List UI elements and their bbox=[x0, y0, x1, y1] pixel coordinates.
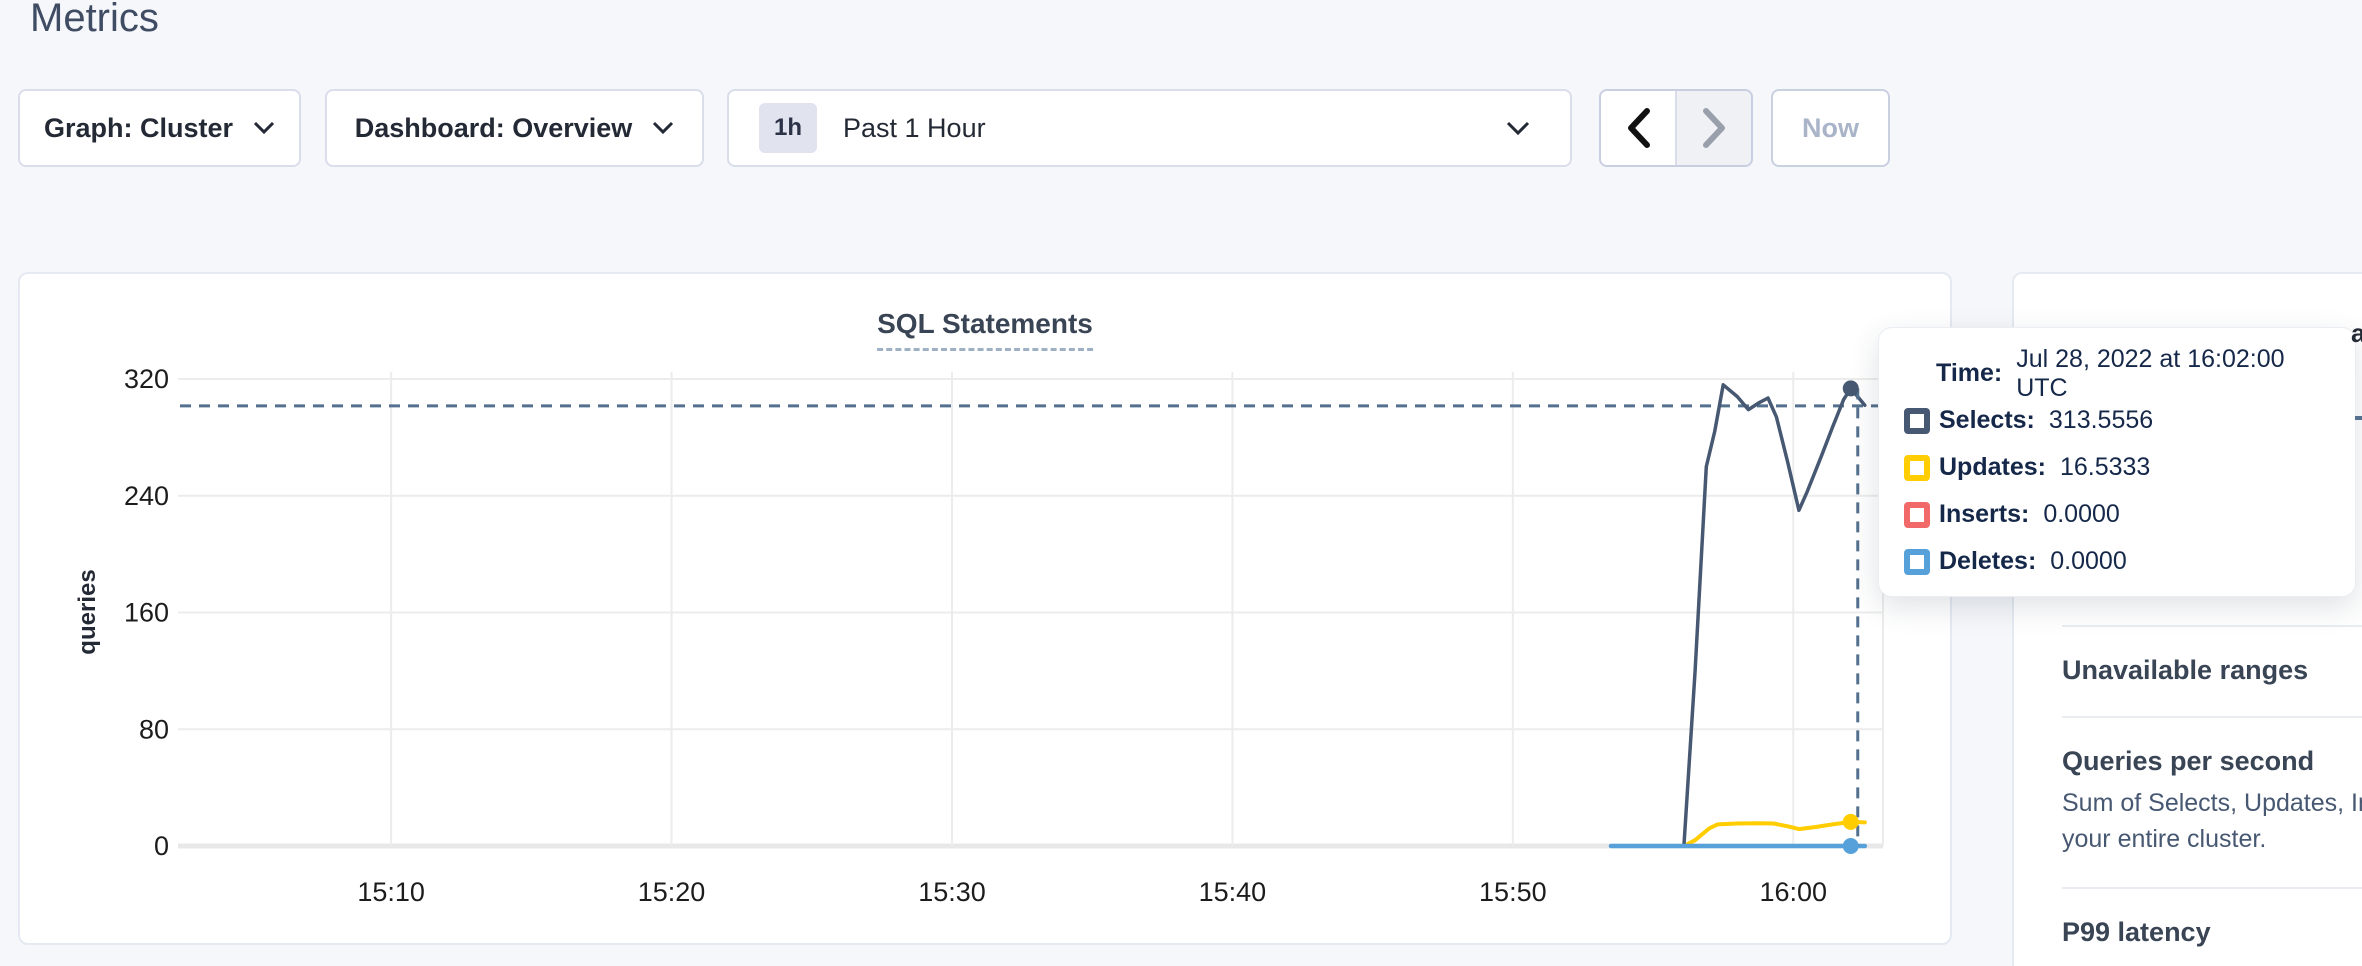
sidebar-item-queries-per-second: Queries per second Sum of Selects, Update… bbox=[2062, 716, 2362, 887]
deletes-legend-swatch bbox=[1904, 549, 1930, 575]
chevron-down-icon bbox=[1506, 121, 1530, 136]
series-line-updates bbox=[1611, 822, 1865, 846]
chevron-down-icon bbox=[253, 121, 275, 135]
hover-dot-deletes bbox=[1843, 838, 1859, 854]
x-tick-label: 16:00 bbox=[1759, 877, 1827, 907]
y-tick-label: 80 bbox=[139, 714, 169, 744]
tooltip-series-row: Deletes: 0.0000 bbox=[1904, 538, 2335, 585]
inserts-legend-swatch bbox=[1904, 502, 1930, 528]
sql-statements-chart-card: SQL Statements queries 08016024032015:10… bbox=[18, 272, 1952, 945]
sidebar-item-p99-latency: P99 latency bbox=[2062, 887, 2362, 966]
y-tick-label: 0 bbox=[154, 831, 169, 861]
sidebar-item-description: Sum of Selects, Updates, Inser bbox=[2062, 785, 2362, 821]
tooltip-series-value: 0.0000 bbox=[2043, 500, 2119, 529]
time-range-dropdown[interactable]: 1h Past 1 Hour bbox=[727, 89, 1572, 167]
chevron-down-icon bbox=[652, 121, 674, 135]
tooltip-series-value: 0.0000 bbox=[2050, 547, 2126, 576]
hover-dot-updates bbox=[1843, 814, 1859, 830]
dashboard-dropdown-label: Dashboard: Overview bbox=[355, 113, 633, 144]
tooltip-series-value: 16.5333 bbox=[2060, 453, 2150, 482]
y-tick-label: 320 bbox=[124, 364, 169, 394]
tooltip-series-label: Updates: bbox=[1939, 453, 2046, 482]
now-button-label: Now bbox=[1802, 113, 1859, 144]
tooltip-series-label: Selects: bbox=[1939, 406, 2035, 435]
page-title: Metrics bbox=[30, 0, 159, 41]
x-tick-label: 15:10 bbox=[357, 877, 425, 907]
updates-legend-swatch bbox=[1904, 455, 1930, 481]
series-line-selects bbox=[1684, 385, 1865, 846]
dashboard-dropdown[interactable]: Dashboard: Overview bbox=[325, 89, 704, 167]
tooltip-time-label: Time: bbox=[1936, 359, 2002, 388]
time-window-arrows bbox=[1599, 89, 1753, 167]
x-tick-label: 15:20 bbox=[638, 877, 706, 907]
metrics-page: Metrics Graph: Cluster Dashboard: Overvi… bbox=[0, 0, 2362, 966]
next-time-window-button-disabled[interactable] bbox=[1677, 91, 1751, 165]
x-tick-label: 15:50 bbox=[1479, 877, 1547, 907]
clipped-dash-fragment bbox=[2355, 416, 2362, 420]
time-range-label: Past 1 Hour bbox=[843, 113, 986, 144]
selects-legend-swatch bbox=[1904, 408, 1930, 434]
x-tick-label: 15:30 bbox=[918, 877, 986, 907]
y-tick-label: 240 bbox=[124, 481, 169, 511]
sidebar-item-description: your entire cluster. bbox=[2062, 821, 2362, 857]
clipped-text-fragment: a bbox=[2351, 318, 2362, 344]
sql-statements-chart-plot[interactable]: 0 80 160 240 320 15:10 15:20 15:30 15:40 15:50 16:… bbox=[20, 274, 1950, 943]
chart-hover-tooltip: Time: Jul 28, 2022 at 16:02:00 UTC Selec… bbox=[1878, 327, 2356, 597]
sidebar-item-unavailable-ranges: Unavailable ranges bbox=[2062, 625, 2362, 716]
tooltip-series-row: Selects: 313.5556 bbox=[1904, 397, 2335, 444]
tooltip-series-label: Inserts: bbox=[1939, 500, 2029, 529]
tooltip-time-value: Jul 28, 2022 at 16:02:00 UTC bbox=[2016, 345, 2335, 403]
tooltip-series-rows: Selects: 313.5556Updates: 16.5333 Inserts: 0… bbox=[1904, 397, 2335, 585]
sidebar-item-title: P99 latency bbox=[2062, 917, 2362, 948]
sidebar-item-title: Unavailable ranges bbox=[2062, 655, 2362, 686]
chevron-left-icon bbox=[1625, 107, 1651, 149]
now-button-disabled[interactable]: Now bbox=[1771, 89, 1890, 167]
tooltip-series-value: 313.5556 bbox=[2049, 406, 2153, 435]
tooltip-series-row: Updates: 16.5333 bbox=[1904, 444, 2335, 491]
tooltip-time-row: Time: Jul 28, 2022 at 16:02:00 UTC bbox=[1904, 350, 2335, 397]
time-range-badge: 1h bbox=[759, 103, 817, 153]
tooltip-series-label: Deletes: bbox=[1939, 547, 2036, 576]
tooltip-series-row: Inserts: 0.0000 bbox=[1904, 491, 2335, 538]
y-tick-label: 160 bbox=[124, 598, 169, 628]
hover-dot-selects bbox=[1843, 380, 1859, 396]
graph-scope-dropdown-label: Graph: Cluster bbox=[44, 113, 233, 144]
previous-time-window-button[interactable] bbox=[1601, 91, 1677, 165]
sidebar-item-title: Queries per second bbox=[2062, 746, 2362, 777]
x-tick-label: 15:40 bbox=[1199, 877, 1267, 907]
chevron-right-icon bbox=[1701, 107, 1727, 149]
graph-scope-dropdown[interactable]: Graph: Cluster bbox=[18, 89, 301, 167]
